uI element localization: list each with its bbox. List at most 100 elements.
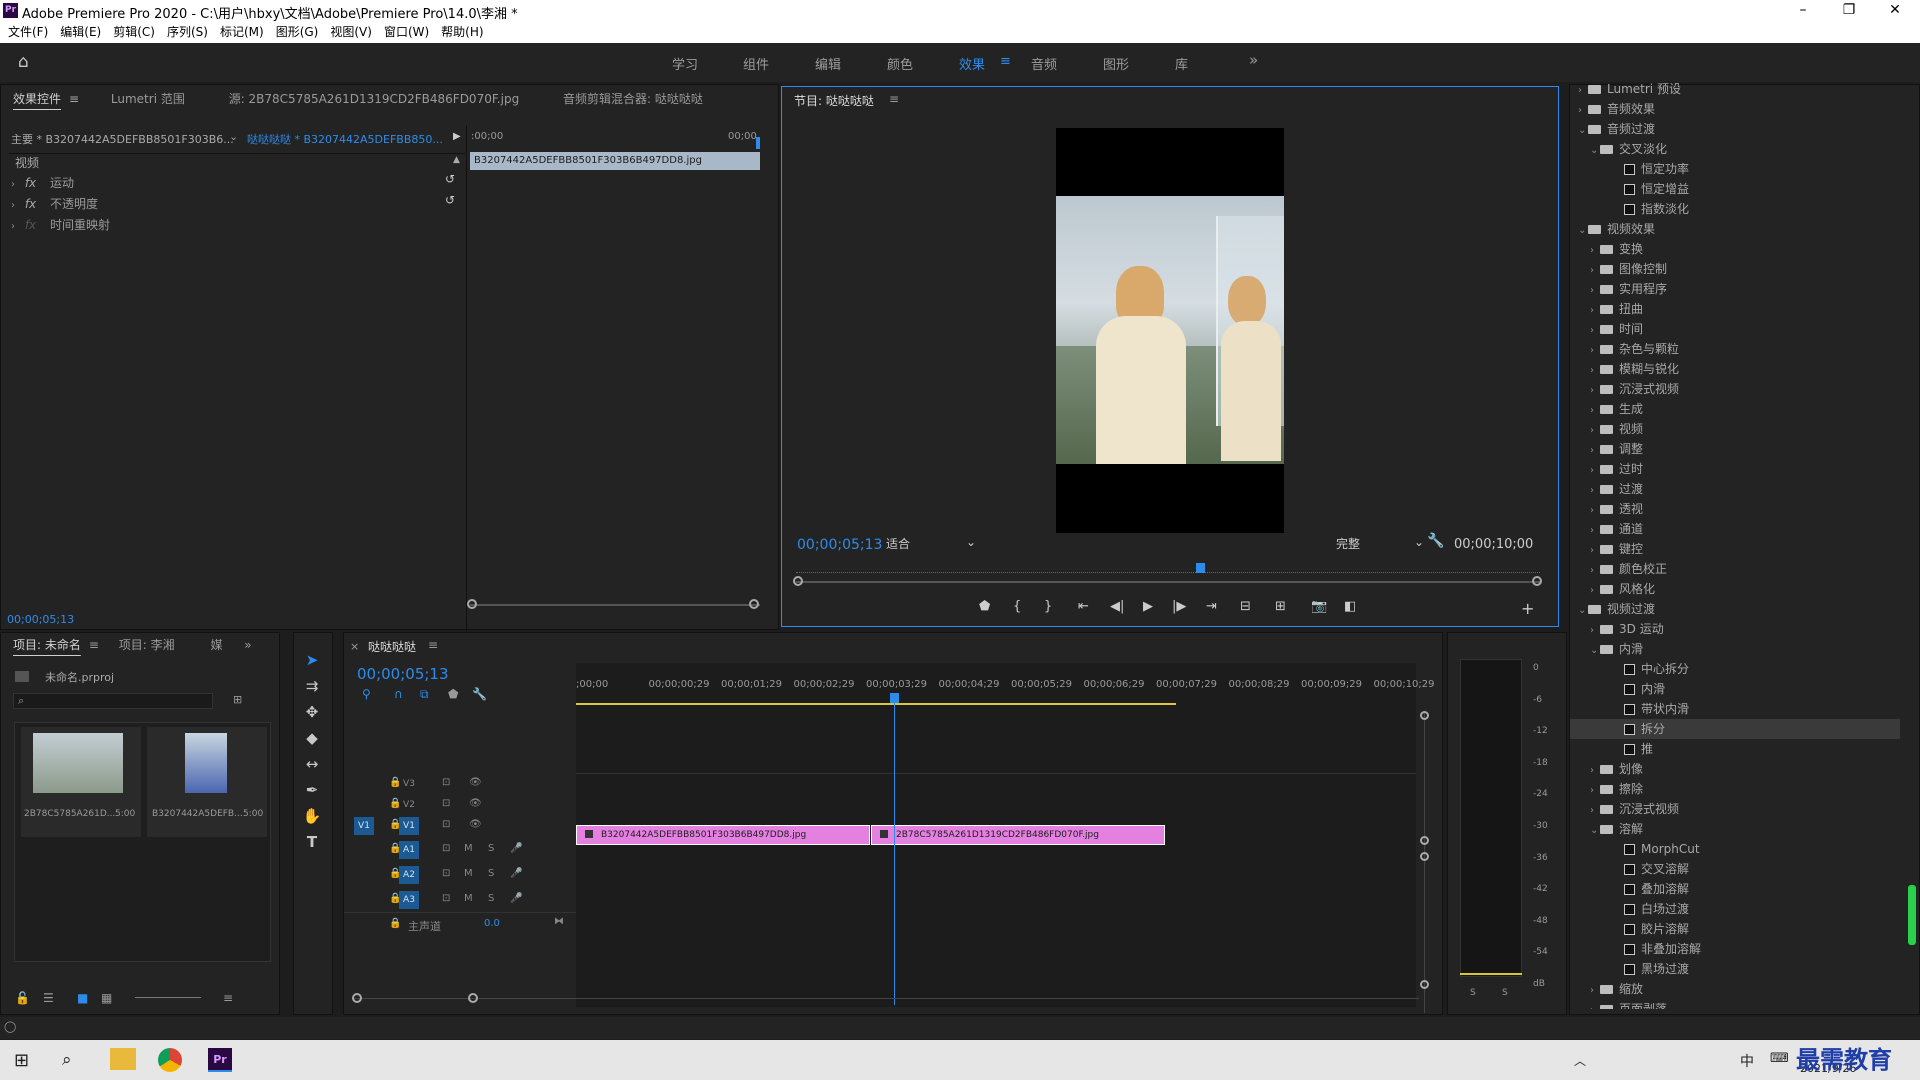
home-icon[interactable]: ⌂ xyxy=(18,52,38,72)
effect-item[interactable]: 恒定增益 xyxy=(1570,179,1900,199)
timeline-timecode[interactable]: 00;00;05;13 xyxy=(357,665,449,683)
effect-folder[interactable]: › 过渡 xyxy=(1570,479,1900,499)
effect-item[interactable]: 叠加溶解 xyxy=(1570,879,1900,899)
menu-item[interactable]: 编辑(E) xyxy=(60,25,101,39)
wrench-icon[interactable]: 🔧 xyxy=(472,687,487,701)
track-a2[interactable]: 🔒 A2 ⊡ M S 🎤 xyxy=(344,864,574,886)
program-ruler[interactable] xyxy=(796,567,1540,573)
effect-folder[interactable]: › 沉浸式视频 xyxy=(1570,799,1900,819)
icon-view-icon[interactable]: ■ xyxy=(77,991,88,1005)
work-area-bar[interactable] xyxy=(576,703,1176,705)
effect-folder[interactable]: › 擦除 xyxy=(1570,779,1900,799)
search-icon[interactable]: ⌕ xyxy=(62,1050,72,1070)
menu-item[interactable]: 帮助(H) xyxy=(441,25,483,39)
linked-selection-icon[interactable]: ⧉ xyxy=(420,687,429,702)
effect-item[interactable]: 推 xyxy=(1570,739,1900,759)
lift-icon[interactable]: ⊟ xyxy=(1240,599,1251,614)
menu-item[interactable]: 图形(G) xyxy=(276,25,319,39)
track-a1[interactable]: 🔒 A1 ⊡ M S 🎤 xyxy=(344,839,574,861)
effect-item[interactable]: 交叉溶解 xyxy=(1570,859,1900,879)
go-to-out-icon[interactable]: ⇥ xyxy=(1206,599,1217,614)
new-bin-icon[interactable]: ⊞ xyxy=(233,693,242,706)
track-v1[interactable]: V1 🔒 V1 ⊡ 👁 xyxy=(344,815,574,837)
effect-item[interactable]: 黑场过渡 xyxy=(1570,959,1900,979)
restore-button[interactable]: ❐ xyxy=(1826,0,1872,22)
mark-out-icon[interactable]: } xyxy=(1044,599,1052,614)
timeline-clip[interactable]: 2B78C5785A261D1319CD2FB486FD070F.jpg xyxy=(871,825,1165,845)
effect-folder[interactable]: › 图像控制 xyxy=(1570,259,1900,279)
effect-folder[interactable]: › 页面剥落 xyxy=(1570,999,1900,1009)
timeline-title[interactable]: 哒哒哒哒 xyxy=(368,638,416,655)
close-button[interactable]: ✕ xyxy=(1872,0,1918,22)
tray-chevron-icon[interactable]: ︿ xyxy=(1574,1052,1586,1069)
add-marker-icon[interactable]: ⬟ xyxy=(979,599,990,614)
effect-row-time-remap[interactable]: › fx 时间重映射 xyxy=(11,216,110,233)
playhead-marker[interactable] xyxy=(1196,563,1205,573)
add-button-icon[interactable]: + xyxy=(1521,599,1534,618)
effect-folder[interactable]: ⌄ 视频效果 xyxy=(1570,219,1900,239)
effect-row-motion[interactable]: › fx 运动 xyxy=(11,174,74,191)
effect-folder[interactable]: › Lumetri 预设 xyxy=(1570,79,1900,99)
effect-folder[interactable]: › 键控 xyxy=(1570,539,1900,559)
menu-item[interactable]: 文件(F) xyxy=(8,25,48,39)
effect-folder[interactable]: › 通道 xyxy=(1570,519,1900,539)
close-icon[interactable]: × xyxy=(350,640,359,653)
slip-tool-icon[interactable]: ↔ xyxy=(294,755,330,781)
razor-tool-icon[interactable]: ◆ xyxy=(294,729,330,755)
track-master[interactable]: 🔒 主声道 0.0 ⧓ xyxy=(344,914,574,936)
effect-item[interactable]: 拆分 xyxy=(1570,719,1900,739)
effect-folder[interactable]: › 变换 xyxy=(1570,239,1900,259)
effect-item[interactable]: 中心拆分 xyxy=(1570,659,1900,679)
add-marker-icon[interactable]: ⬟ xyxy=(448,687,458,701)
effect-folder[interactable]: › 模糊与锐化 xyxy=(1570,359,1900,379)
effect-item[interactable]: 胶片溶解 xyxy=(1570,919,1900,939)
tab-project-lixiang[interactable]: 项目: 李湘 xyxy=(119,638,175,652)
tab-effect-controls[interactable]: 效果控件 xyxy=(13,92,61,106)
play-icon[interactable]: ▶ xyxy=(453,131,461,142)
menu-item[interactable]: 剪辑(C) xyxy=(113,25,155,39)
step-forward-icon[interactable]: |▶ xyxy=(1172,599,1186,614)
panel-menu-icon[interactable]: ≡ xyxy=(428,638,438,652)
effect-folder[interactable]: › 缩放 xyxy=(1570,979,1900,999)
workspace-tab[interactable]: 音频 xyxy=(1031,54,1057,73)
effect-folder[interactable]: › 生成 xyxy=(1570,399,1900,419)
source-clip-bar[interactable]: B3207442A5DEFBB8501F303B6B497DD8.jpg xyxy=(470,152,760,170)
wrench-icon[interactable]: 🔧 xyxy=(1427,533,1444,549)
effect-folder[interactable]: › 颜色校正 xyxy=(1570,559,1900,579)
effect-row-opacity[interactable]: › fx 不透明度 xyxy=(11,195,98,212)
effect-folder[interactable]: › 实用程序 xyxy=(1570,279,1900,299)
effect-folder[interactable]: ⌄ 内滑 xyxy=(1570,639,1900,659)
track-select-tool-icon[interactable]: ⇉ xyxy=(294,677,330,703)
track-v3[interactable]: 🔒 V3 ⊡ 👁 xyxy=(344,773,574,795)
fit-dropdown[interactable]: 适合 ⌄ xyxy=(886,535,1006,553)
effect-item[interactable]: 带状内滑 xyxy=(1570,699,1900,719)
program-timecode[interactable]: 00;00;05;13 xyxy=(797,537,882,553)
effect-item[interactable]: 指数淡化 xyxy=(1570,199,1900,219)
freeform-view-icon[interactable]: ▦ xyxy=(101,991,112,1005)
menu-item[interactable]: 窗口(W) xyxy=(384,25,429,39)
effect-folder[interactable]: › 划像 xyxy=(1570,759,1900,779)
playhead-line[interactable] xyxy=(894,693,895,1005)
mark-in-icon[interactable]: { xyxy=(1013,599,1021,614)
workspace-tab[interactable]: 组件 xyxy=(743,54,769,73)
effect-folder[interactable]: ⌄ 交叉淡化 xyxy=(1570,139,1900,159)
chrome-icon[interactable] xyxy=(158,1048,182,1072)
timeline-clip[interactable]: B3207442A5DEFBB8501F303B6B497DD8.jpg xyxy=(576,825,870,845)
effect-folder[interactable]: › 3D 运动 xyxy=(1570,619,1900,639)
project-search-input[interactable]: ⌕ xyxy=(13,693,213,709)
chevron-down-icon[interactable]: ⌄ xyxy=(229,130,238,143)
effect-folder[interactable]: › 扭曲 xyxy=(1570,299,1900,319)
tab-source[interactable]: 源: 2B78C5785A261D1319CD2FB486FD070F.jpg xyxy=(229,92,520,106)
zoom-slider[interactable] xyxy=(135,997,201,998)
camera-icon[interactable]: 📷 xyxy=(1311,599,1327,614)
program-title[interactable]: 节目: 哒哒哒哒 xyxy=(794,92,874,109)
minimize-button[interactable]: – xyxy=(1780,0,1826,22)
play-icon[interactable]: ▶ xyxy=(1143,599,1153,614)
workspace-tab[interactable]: 图形 xyxy=(1103,54,1129,73)
reset-icon[interactable]: ↺ xyxy=(445,172,455,186)
effect-item[interactable]: MorphCut xyxy=(1570,839,1900,859)
solo-button[interactable]: S xyxy=(1502,988,1508,998)
tab-lumetri-scopes[interactable]: Lumetri 范围 xyxy=(111,92,185,106)
go-to-in-icon[interactable]: ⇤ xyxy=(1078,599,1089,614)
effect-controls-timecode[interactable]: 00;00;05;13 xyxy=(7,613,74,626)
